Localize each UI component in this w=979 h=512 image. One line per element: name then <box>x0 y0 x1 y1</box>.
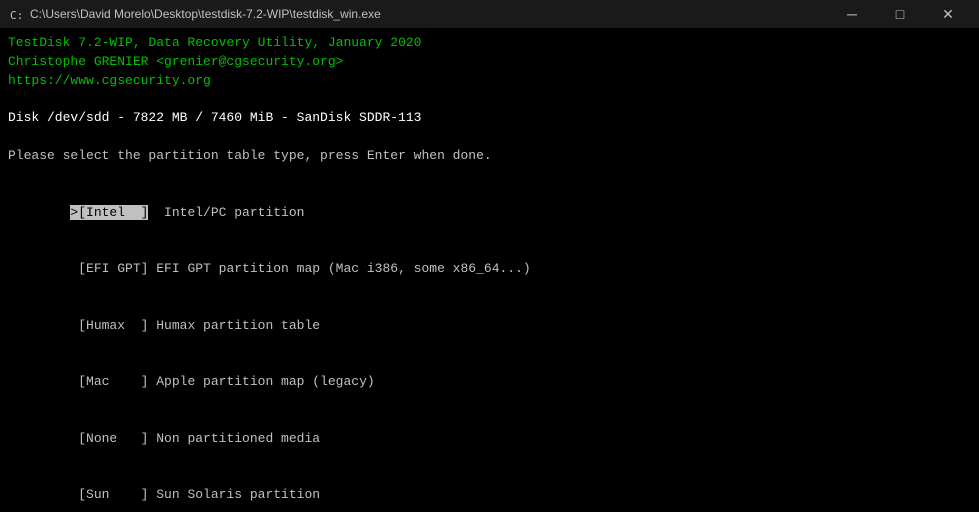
options-list: >[Intel ] Intel/PC partition [EFI GPT] E… <box>8 185 971 512</box>
option-none[interactable]: [None ] Non partitioned media <box>8 411 971 468</box>
maximize-button[interactable]: □ <box>877 0 923 28</box>
option-humax[interactable]: [Humax ] Humax partition table <box>8 298 971 355</box>
disk-info: Disk /dev/sdd - 7822 MB / 7460 MiB - San… <box>8 109 971 128</box>
close-button[interactable]: ✕ <box>925 0 971 28</box>
option-intel[interactable]: >[Intel ] Intel/PC partition <box>8 185 971 242</box>
application-window: C:\ C:\Users\David Morelo\Desktop\testdi… <box>0 0 979 512</box>
header-line-3: https://www.cgsecurity.org <box>8 72 971 91</box>
option-intel-key: >[Intel ] <box>70 205 148 220</box>
option-sun[interactable]: [Sun ] Sun Solaris partition <box>8 467 971 512</box>
option-mac[interactable]: [Mac ] Apple partition map (legacy) <box>8 354 971 411</box>
console-output: TestDisk 7.2-WIP, Data Recovery Utility,… <box>0 28 979 512</box>
header-line-1: TestDisk 7.2-WIP, Data Recovery Utility,… <box>8 34 971 53</box>
prompt-text: Please select the partition table type, … <box>8 147 971 166</box>
window-controls: ─ □ ✕ <box>829 0 971 28</box>
app-icon: C:\ <box>8 6 24 22</box>
minimize-button[interactable]: ─ <box>829 0 875 28</box>
header-line-2: Christophe GRENIER <grenier@cgsecurity.o… <box>8 53 971 72</box>
option-efi[interactable]: [EFI GPT] EFI GPT partition map (Mac i38… <box>8 241 971 298</box>
svg-text:C:\: C:\ <box>10 9 24 22</box>
title-bar: C:\ C:\Users\David Morelo\Desktop\testdi… <box>0 0 979 28</box>
title-bar-text: C:\Users\David Morelo\Desktop\testdisk-7… <box>30 7 829 21</box>
option-intel-desc: Intel/PC partition <box>148 205 304 220</box>
